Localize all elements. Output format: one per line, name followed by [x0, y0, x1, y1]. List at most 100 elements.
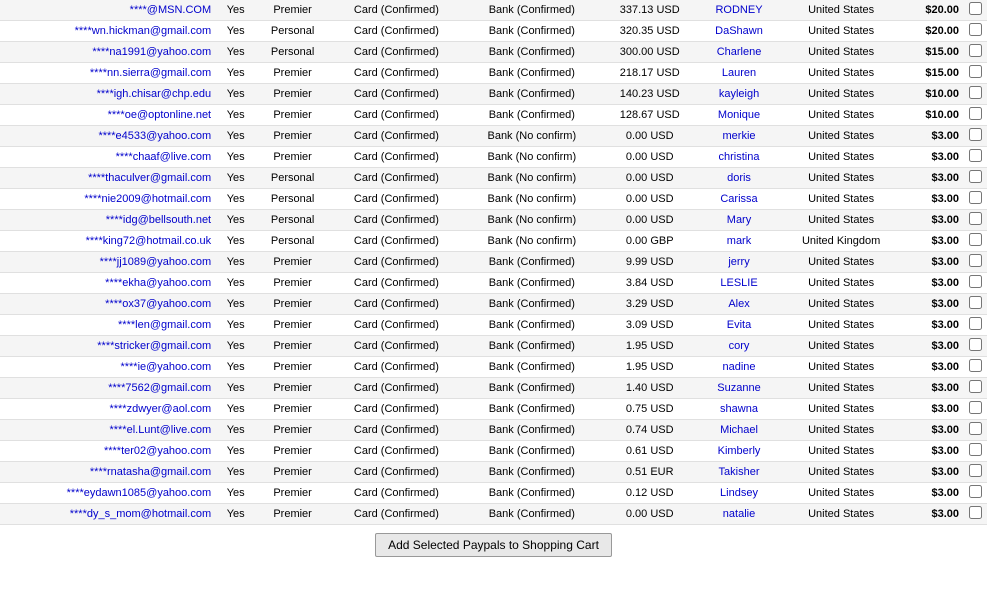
main-container: ****@MSN.COMYesPremierCard (Confirmed)Ba…: [0, 0, 987, 565]
name-cell: mark: [699, 231, 780, 252]
bank-cell: Bank (Confirmed): [463, 42, 601, 63]
name-cell: Lindsey: [699, 483, 780, 504]
email-cell[interactable]: ****na1991@yahoo.com: [0, 42, 216, 63]
email-cell[interactable]: ****king72@hotmail.co.uk: [0, 231, 216, 252]
row-checkbox[interactable]: [969, 86, 982, 99]
amount-cell: 0.00 USD: [601, 126, 699, 147]
email-cell[interactable]: ****e4533@yahoo.com: [0, 126, 216, 147]
row-checkbox[interactable]: [969, 296, 982, 309]
row-checkbox[interactable]: [969, 212, 982, 225]
name-cell: Carissa: [699, 189, 780, 210]
price-cell: $3.00: [903, 504, 964, 525]
email-cell[interactable]: ****zdwyer@aol.com: [0, 399, 216, 420]
name-cell: Charlene: [699, 42, 780, 63]
name-cell: Mary: [699, 210, 780, 231]
price-cell: $10.00: [903, 105, 964, 126]
email-cell[interactable]: ****ie@yahoo.com: [0, 357, 216, 378]
amount-cell: 0.74 USD: [601, 420, 699, 441]
email-cell[interactable]: ****dy_s_mom@hotmail.com: [0, 504, 216, 525]
email-cell[interactable]: ****ter02@yahoo.com: [0, 441, 216, 462]
verified-cell: Yes: [216, 420, 255, 441]
card-cell: Card (Confirmed): [330, 399, 463, 420]
verified-cell: Yes: [216, 504, 255, 525]
email-cell[interactable]: ****thaculver@gmail.com: [0, 168, 216, 189]
row-checkbox[interactable]: [969, 170, 982, 183]
type-cell: Premier: [255, 294, 330, 315]
row-checkbox[interactable]: [969, 317, 982, 330]
row-checkbox[interactable]: [969, 107, 982, 120]
card-cell: Card (Confirmed): [330, 504, 463, 525]
add-to-cart-button[interactable]: Add Selected Paypals to Shopping Cart: [375, 533, 612, 557]
row-checkbox[interactable]: [969, 422, 982, 435]
email-cell[interactable]: ****jj1089@yahoo.com: [0, 252, 216, 273]
verified-cell: Yes: [216, 42, 255, 63]
row-checkbox[interactable]: [969, 464, 982, 477]
price-cell: $3.00: [903, 189, 964, 210]
row-checkbox[interactable]: [969, 254, 982, 267]
bank-cell: Bank (No confirm): [463, 189, 601, 210]
price-cell: $15.00: [903, 63, 964, 84]
row-checkbox[interactable]: [969, 128, 982, 141]
row-checkbox[interactable]: [969, 2, 982, 15]
price-cell: $3.00: [903, 252, 964, 273]
email-cell[interactable]: ****stricker@gmail.com: [0, 336, 216, 357]
row-checkbox[interactable]: [969, 485, 982, 498]
email-cell[interactable]: ****eydawn1085@yahoo.com: [0, 483, 216, 504]
table-row: ****ox37@yahoo.comYesPremierCard (Confir…: [0, 294, 987, 315]
email-cell[interactable]: ****len@gmail.com: [0, 315, 216, 336]
email-cell[interactable]: ****oe@optonline.net: [0, 105, 216, 126]
email-cell[interactable]: ****wn.hickman@gmail.com: [0, 21, 216, 42]
row-checkbox[interactable]: [969, 44, 982, 57]
row-checkbox[interactable]: [969, 65, 982, 78]
email-cell[interactable]: ****igh.chisar@chp.edu: [0, 84, 216, 105]
type-cell: Premier: [255, 378, 330, 399]
checkbox-cell: [964, 0, 987, 21]
email-cell[interactable]: ****7562@gmail.com: [0, 378, 216, 399]
amount-cell: 0.00 GBP: [601, 231, 699, 252]
type-cell: Personal: [255, 189, 330, 210]
card-cell: Card (Confirmed): [330, 189, 463, 210]
verified-cell: Yes: [216, 231, 255, 252]
amount-cell: 3.84 USD: [601, 273, 699, 294]
table-row: ****@MSN.COMYesPremierCard (Confirmed)Ba…: [0, 0, 987, 21]
card-cell: Card (Confirmed): [330, 0, 463, 21]
email-cell[interactable]: ****@MSN.COM: [0, 0, 216, 21]
email-cell[interactable]: ****rnatasha@gmail.com: [0, 462, 216, 483]
row-checkbox[interactable]: [969, 338, 982, 351]
card-cell: Card (Confirmed): [330, 231, 463, 252]
email-cell[interactable]: ****ox37@yahoo.com: [0, 294, 216, 315]
row-checkbox[interactable]: [969, 380, 982, 393]
row-checkbox[interactable]: [969, 23, 982, 36]
row-checkbox[interactable]: [969, 401, 982, 414]
row-checkbox[interactable]: [969, 149, 982, 162]
bank-cell: Bank (No confirm): [463, 231, 601, 252]
row-checkbox[interactable]: [969, 359, 982, 372]
card-cell: Card (Confirmed): [330, 315, 463, 336]
email-cell[interactable]: ****ekha@yahoo.com: [0, 273, 216, 294]
price-cell: $3.00: [903, 357, 964, 378]
email-cell[interactable]: ****nie2009@hotmail.com: [0, 189, 216, 210]
bank-cell: Bank (Confirmed): [463, 21, 601, 42]
country-cell: United States: [779, 21, 903, 42]
card-cell: Card (Confirmed): [330, 21, 463, 42]
checkbox-cell: [964, 42, 987, 63]
price-cell: $20.00: [903, 0, 964, 21]
row-checkbox[interactable]: [969, 506, 982, 519]
verified-cell: Yes: [216, 399, 255, 420]
checkbox-cell: [964, 252, 987, 273]
email-cell[interactable]: ****chaaf@live.com: [0, 147, 216, 168]
card-cell: Card (Confirmed): [330, 378, 463, 399]
row-checkbox[interactable]: [969, 275, 982, 288]
price-cell: $15.00: [903, 42, 964, 63]
card-cell: Card (Confirmed): [330, 63, 463, 84]
row-checkbox[interactable]: [969, 233, 982, 246]
row-checkbox[interactable]: [969, 191, 982, 204]
name-cell: Takisher: [699, 462, 780, 483]
email-cell[interactable]: ****nn.sierra@gmail.com: [0, 63, 216, 84]
email-cell[interactable]: ****idg@bellsouth.net: [0, 210, 216, 231]
country-cell: United States: [779, 378, 903, 399]
name-cell: doris: [699, 168, 780, 189]
bank-cell: Bank (No confirm): [463, 168, 601, 189]
row-checkbox[interactable]: [969, 443, 982, 456]
email-cell[interactable]: ****el.Lunt@live.com: [0, 420, 216, 441]
